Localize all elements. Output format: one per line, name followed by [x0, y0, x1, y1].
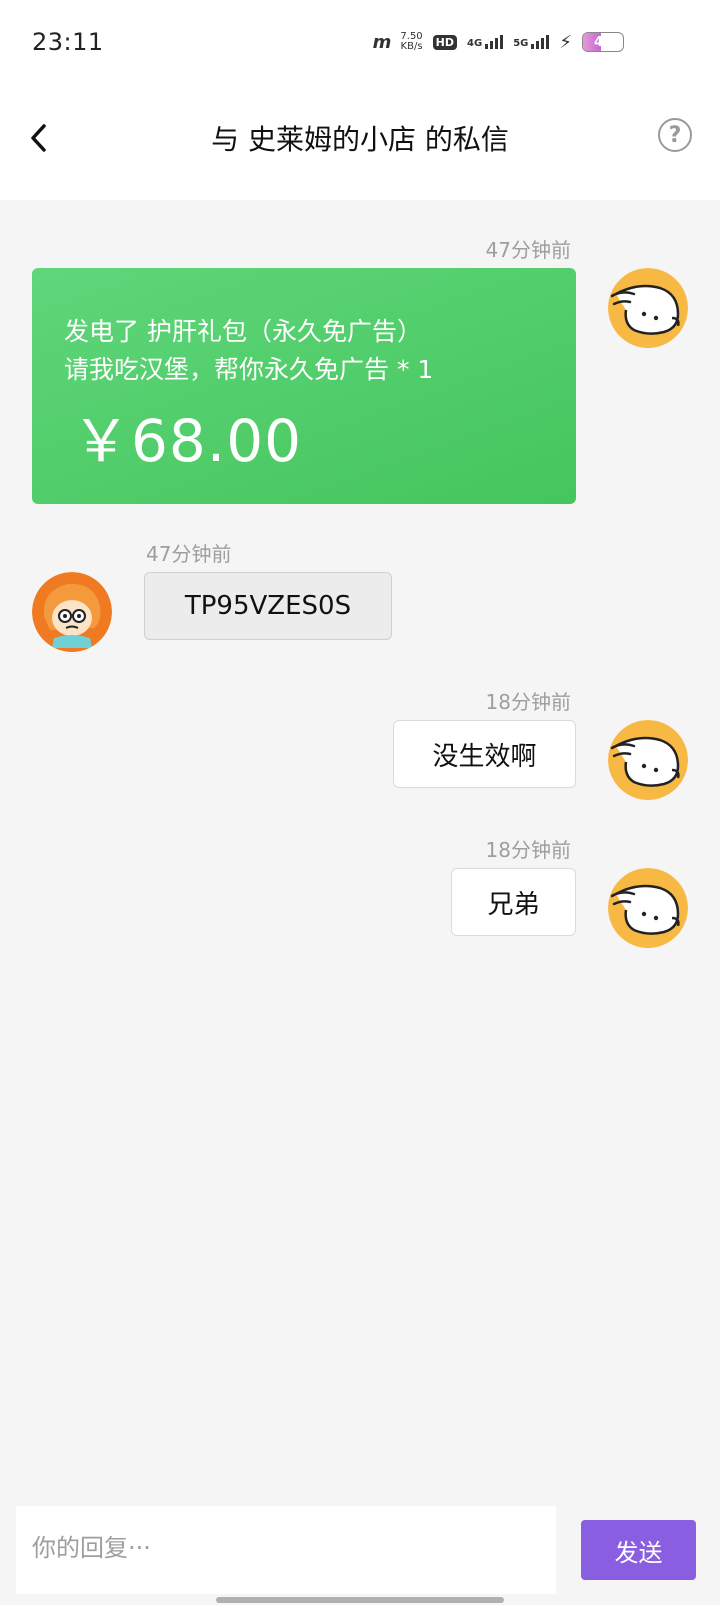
page-title: 与 史莱姆的小店 的私信	[211, 123, 509, 156]
battery-level: 46	[593, 34, 613, 50]
my-avatar[interactable]	[608, 720, 688, 800]
other-user-avatar[interactable]	[32, 572, 112, 652]
hd-voice-icon: HD	[432, 34, 458, 50]
cartoon-face-avatar-icon	[608, 868, 688, 948]
gift-message-card[interactable]: 发电了 护肝礼包（永久免广告） 请我吃汉堡，帮你永久免广告 * 1 ￥68.00	[32, 268, 576, 504]
message-timestamp: 47分钟前	[146, 542, 232, 566]
network-speed: 7.50 KB/s	[400, 32, 422, 52]
message-timestamp: 47分钟前	[485, 238, 571, 262]
network-speed-unit: KB/s	[400, 41, 423, 52]
signal-sim2-icon: 5G	[513, 35, 550, 49]
message-text: 没生效啊	[432, 741, 537, 772]
home-indicator[interactable]	[216, 1597, 504, 1603]
reply-input[interactable]: 你的回复···	[16, 1506, 556, 1594]
message-text: 兄弟	[487, 889, 540, 920]
message-bubble[interactable]: 没生效啊	[393, 720, 576, 788]
send-button[interactable]: 发送	[581, 1520, 696, 1580]
message-timestamp: 18分钟前	[485, 690, 571, 714]
sim1-network-type: 4G	[467, 38, 483, 49]
gift-title: 发电了 护肝礼包（永久免广告）	[64, 317, 422, 346]
cartoon-face-avatar-icon	[608, 268, 688, 348]
charging-icon: ⚡	[559, 31, 572, 53]
chat-header: 与 史莱姆的小店 的私信 ?	[0, 88, 720, 200]
help-button[interactable]: ?	[658, 118, 692, 152]
status-time: 23:11	[32, 28, 104, 56]
gift-description: 请我吃汉堡，帮你永久免广告 * 1	[64, 355, 434, 384]
status-icons: m 7.50 KB/s HD 4G 5G ⚡ 46	[373, 30, 624, 54]
battery-icon: 46	[582, 32, 624, 52]
my-avatar[interactable]	[608, 868, 688, 948]
signal-sim1-icon: 4G	[467, 35, 504, 49]
message-bubble[interactable]: 兄弟	[451, 868, 576, 936]
gift-amount: ￥68.00	[72, 407, 303, 475]
help-circle-icon: ?	[668, 122, 682, 148]
message-timestamp: 18分钟前	[485, 838, 571, 862]
cartoon-girl-avatar-icon	[32, 572, 112, 652]
cartoon-face-avatar-icon	[608, 720, 688, 800]
message-bubble[interactable]: TP95VZES0S	[144, 572, 392, 640]
reply-placeholder: 你的回复···	[32, 1534, 151, 1562]
my-avatar[interactable]	[608, 268, 688, 348]
app-notification-icon: m	[372, 31, 392, 53]
sim2-network-type: 5G	[513, 38, 529, 49]
status-bar: 23:11 m 7.50 KB/s HD 4G 5G ⚡ 46	[0, 0, 720, 88]
message-text: TP95VZES0S	[184, 591, 352, 621]
